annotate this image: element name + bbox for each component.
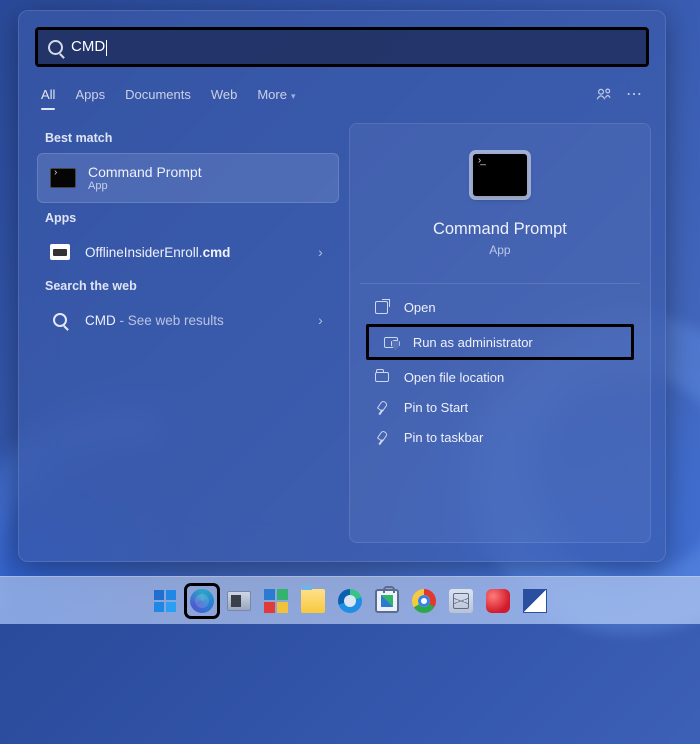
action-pin-to-taskbar[interactable]: Pin to taskbar [360, 422, 640, 452]
action-run-admin-label: Run as administrator [413, 335, 533, 350]
tab-web[interactable]: Web [211, 87, 238, 102]
cmd-file-icon [49, 243, 71, 261]
taskbar-start[interactable] [150, 586, 180, 616]
tab-apps[interactable]: Apps [75, 87, 105, 102]
tab-more[interactable]: More ▾ [257, 87, 295, 102]
section-apps: Apps [45, 211, 339, 225]
pin-icon [374, 399, 390, 415]
action-pin-taskbar-label: Pin to taskbar [404, 430, 484, 445]
search-icon [48, 40, 63, 55]
action-open[interactable]: Open [360, 292, 640, 322]
action-open-label: Open [404, 300, 436, 315]
result-app-0[interactable]: OfflineInsiderEnroll.cmd › [37, 233, 339, 271]
preview-column: Command Prompt App Open Run as administr… [349, 123, 651, 543]
action-open-file-location[interactable]: Open file location [360, 362, 640, 392]
action-open-loc-label: Open file location [404, 370, 504, 385]
pin-icon [374, 429, 390, 445]
taskbar-file-explorer[interactable] [298, 586, 328, 616]
tab-all[interactable]: All [41, 87, 55, 102]
taskbar-app-huawei[interactable] [483, 586, 513, 616]
tab-more-label: More [257, 87, 287, 102]
results-column: Best match Command Prompt App Apps Offli… [37, 123, 339, 543]
result-web-0[interactable]: CMD - See web results › [37, 301, 339, 339]
preview-subtitle: App [489, 243, 510, 257]
preview-app-icon [473, 154, 527, 196]
section-search-web: Search the web [45, 279, 339, 293]
taskbar-app-generic[interactable] [520, 586, 550, 616]
filter-tabs: All Apps Documents Web More ▾ ⋯ [19, 67, 665, 117]
result-app-0-text: OfflineInsiderEnroll.cmd [85, 245, 314, 260]
best-match-subtitle: App [88, 180, 202, 192]
section-best-match: Best match [45, 131, 339, 145]
result-best-match[interactable]: Command Prompt App [37, 153, 339, 203]
folder-icon [374, 369, 390, 385]
more-options-icon[interactable]: ⋯ [621, 81, 647, 107]
taskbar [0, 576, 700, 624]
action-run-as-administrator[interactable]: Run as administrator [366, 324, 634, 360]
chevron-right-icon[interactable]: › [314, 244, 327, 260]
search-box[interactable]: CMD [35, 27, 649, 67]
preview-title: Command Prompt [433, 220, 567, 239]
search-query: CMD [71, 38, 107, 55]
taskbar-edge[interactable] [335, 586, 365, 616]
action-pin-to-start[interactable]: Pin to Start [360, 392, 640, 422]
open-icon [374, 299, 390, 315]
command-prompt-icon [50, 168, 76, 188]
admin-shield-icon [383, 334, 399, 350]
taskbar-task-view[interactable] [224, 586, 254, 616]
taskbar-microsoft-store[interactable] [372, 586, 402, 616]
action-pin-start-label: Pin to Start [404, 400, 468, 415]
tab-documents[interactable]: Documents [125, 87, 191, 102]
taskbar-search[interactable] [187, 586, 217, 616]
best-match-title: Command Prompt [88, 164, 202, 180]
result-web-0-text: CMD - See web results [85, 313, 314, 328]
taskbar-widgets[interactable] [261, 586, 291, 616]
search-icon [49, 311, 71, 329]
preview-actions: Open Run as administrator Open file loca… [360, 283, 640, 452]
chevron-down-icon: ▾ [291, 91, 296, 101]
taskbar-mail[interactable] [446, 586, 476, 616]
taskbar-chrome[interactable] [409, 586, 439, 616]
start-search-panel: CMD All Apps Documents Web More ▾ ⋯ Best … [18, 10, 666, 562]
account-icon[interactable] [591, 81, 617, 107]
chevron-right-icon[interactable]: › [314, 312, 327, 328]
